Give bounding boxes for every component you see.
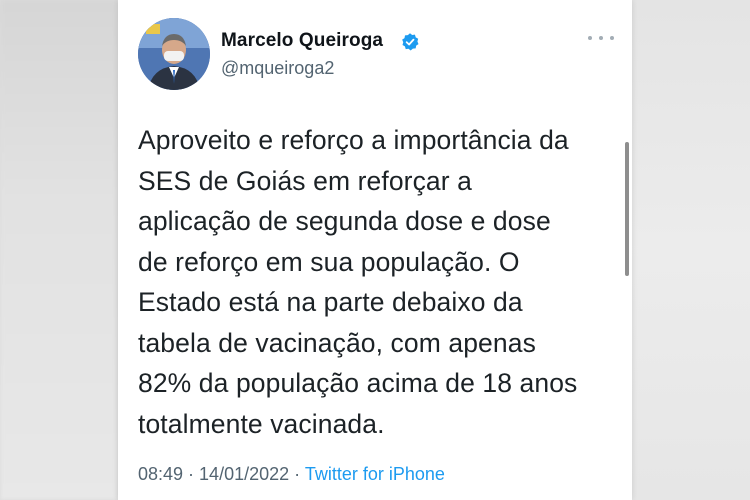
avatar-photo [138, 18, 210, 90]
more-dot [588, 36, 592, 40]
tweet-source-link[interactable]: Twitter for iPhone [305, 464, 445, 484]
tweet-date[interactable]: 14/01/2022 [199, 464, 289, 484]
background-left-blur [0, 0, 118, 500]
more-dot [599, 36, 603, 40]
verified-badge-icon [402, 33, 419, 51]
tweet-metadata: 08:49 · 14/01/2022 · Twitter for iPhone [138, 464, 445, 485]
scrollbar[interactable] [625, 142, 629, 276]
background-right-blur [632, 0, 750, 500]
tweet-text: Aproveito e reforço a importância da SES… [138, 125, 578, 439]
more-dot [610, 36, 614, 40]
author-name[interactable]: Marcelo Queiroga [221, 30, 383, 52]
author-handle[interactable]: @mqueiroga2 [221, 58, 334, 79]
tweet-time[interactable]: 08:49 [138, 464, 183, 484]
meta-separator: · [183, 464, 200, 484]
avatar[interactable] [138, 18, 210, 90]
more-options-icon[interactable] [588, 30, 614, 46]
meta-separator: · [289, 464, 305, 484]
